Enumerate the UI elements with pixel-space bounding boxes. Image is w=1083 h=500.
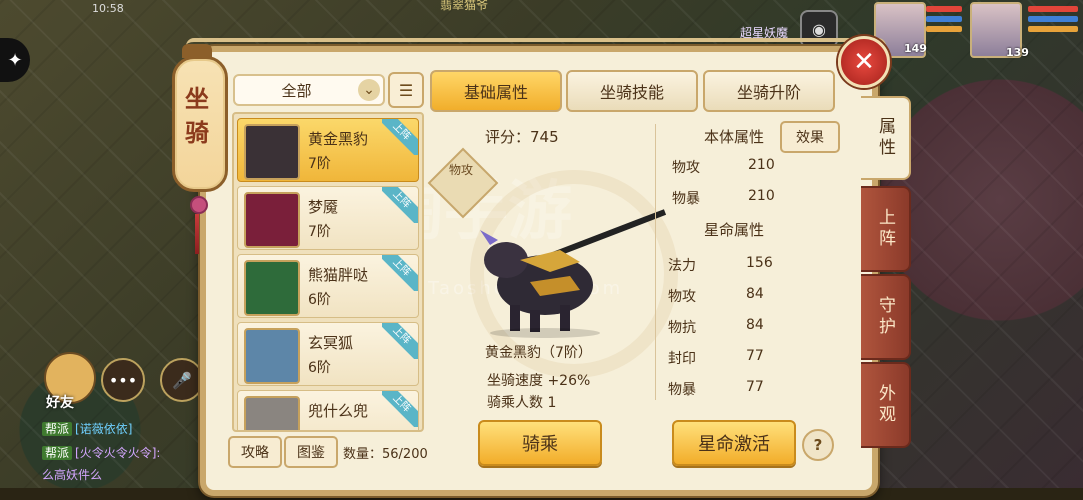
mount-level: 7阶 [308, 224, 331, 240]
guide-button[interactable]: 攻略 [228, 436, 282, 468]
mount-thumbnail [244, 260, 300, 316]
mount-thumbnail [244, 396, 300, 430]
mount-model [480, 209, 667, 338]
friend-label: 好友 [46, 395, 74, 411]
effect-button[interactable]: 效果 [780, 121, 840, 153]
attr-value: 77 [746, 379, 764, 395]
filter-value: 全部 [281, 81, 312, 100]
mount-display-name: 黄金黑豹（7阶） [485, 345, 592, 361]
deployed-tag: 上阵 [382, 391, 418, 427]
attr-label: 物抗 [668, 320, 696, 336]
mount-name: 玄冥狐 [308, 334, 354, 352]
mount-name: 熊猫胖哒 [308, 266, 369, 284]
mount-level: 7阶 [308, 156, 331, 172]
divider [655, 124, 656, 400]
side-tab-appearance[interactable]: 外观 [861, 362, 911, 448]
filter-select[interactable]: 全部 ⌄ [233, 74, 385, 106]
attr-value: 210 [748, 188, 775, 204]
list-item[interactable]: 梦魇 7阶 上阵 [237, 186, 419, 250]
anger-bar-2 [1028, 26, 1078, 32]
list-item[interactable]: 黄金黑豹 7阶 上阵 [237, 118, 419, 182]
deployed-tag: 上阵 [382, 323, 418, 359]
chat-user: [诺薇依依] [75, 422, 133, 436]
attr-label: 物攻 [672, 160, 700, 176]
top-caption: 翡翠猫爷 [440, 0, 489, 12]
anger-bar-1 [926, 26, 962, 32]
ride-button[interactable]: 骑乘 [478, 420, 602, 466]
mount-level: 6阶 [308, 360, 331, 376]
chat-line-2[interactable]: 帮派 [火令火令火令]: [42, 444, 160, 461]
mount-speed: 坐骑速度 +26% [487, 373, 591, 389]
mount-thumbnail [244, 328, 300, 384]
atlas-button[interactable]: 图鉴 [284, 436, 338, 468]
attr-label: 法力 [668, 258, 696, 274]
mount-count: 数量：56/200 [343, 447, 428, 462]
list-item[interactable]: 兜什么兜 上阵 [237, 390, 419, 430]
help-icon[interactable]: ? [802, 429, 834, 461]
hp-bar-2 [1028, 6, 1078, 12]
mount-name: 黄金黑豹 [308, 130, 369, 148]
hp-bar-1 [926, 6, 962, 12]
tassel-ornament [190, 196, 208, 276]
level-badge-1: 149 [904, 42, 927, 55]
attr-value: 77 [746, 348, 764, 364]
mount-thumbnail [244, 192, 300, 248]
tab-base-attributes[interactable]: 基础属性 [430, 70, 562, 112]
attr-label: 物暴 [672, 191, 700, 207]
mount-list[interactable]: 黄金黑豹 7阶 上阵 梦魇 7阶 上阵 熊猫胖哒 6阶 上阵 玄冥狐 6阶 上阵… [232, 112, 424, 432]
panel-title: 坐骑 [185, 85, 209, 147]
mount-level: 6阶 [308, 292, 331, 308]
type-badge-label: 物攻 [448, 163, 473, 177]
mp-bar-1 [926, 16, 962, 22]
attr-value: 210 [748, 157, 775, 173]
list-item[interactable]: 玄冥狐 6阶 上阵 [237, 322, 419, 386]
chat-tag-guild-2: 帮派 [42, 446, 73, 460]
chat-text-3: 么高妖件么 [42, 468, 103, 482]
chat-line-1[interactable]: 帮派 [诺薇依依] [42, 420, 132, 437]
chat-text: [火令火令火令]: [75, 446, 161, 460]
status-time: 10:58 [92, 2, 124, 15]
star-activate-button[interactable]: 星命激活 [672, 420, 796, 466]
mount-name: 兜什么兜 [308, 402, 369, 420]
attr-label: 物暴 [668, 382, 696, 398]
close-button[interactable]: ✕ [838, 36, 890, 88]
chat-tag-guild: 帮派 [42, 422, 73, 436]
deployed-tag: 上阵 [382, 119, 418, 155]
list-item[interactable]: 熊猫胖哒 6阶 上阵 [237, 254, 419, 318]
mount-riders: 骑乘人数 1 [487, 395, 557, 411]
deployed-tag: 上阵 [382, 187, 418, 223]
side-tab-deploy[interactable]: 上阵 [861, 186, 911, 272]
tab-mount-skills[interactable]: 坐骑技能 [566, 70, 698, 112]
chevron-down-icon[interactable]: ⌄ [358, 79, 380, 101]
attr-value: 84 [746, 286, 764, 302]
star-attr-title: 星命属性 [704, 221, 765, 239]
mount-thumbnail [244, 124, 300, 180]
attr-value: 84 [746, 317, 764, 333]
attr-label: 物攻 [668, 289, 696, 305]
side-tab-guard[interactable]: 守护 [861, 274, 911, 360]
tab-mount-upgrade[interactable]: 坐骑升阶 [703, 70, 835, 112]
attr-label: 封印 [668, 351, 696, 367]
microphone-icon[interactable]: 🎤 [160, 358, 204, 402]
attr-value: 156 [746, 255, 773, 271]
mount-name: 梦魇 [308, 198, 339, 216]
side-tab-attributes[interactable]: 属性 [861, 96, 911, 180]
list-icon[interactable]: ☰ [388, 72, 424, 108]
body-attr-title: 本体属性 [704, 128, 765, 146]
chat-line-3[interactable]: 么高妖件么 [42, 466, 102, 483]
chat-bubble-icon[interactable]: ••• [101, 358, 145, 402]
score: 评分：745 [485, 128, 559, 146]
mp-bar-2 [1028, 16, 1078, 22]
deployed-tag: 上阵 [382, 255, 418, 291]
level-badge-2: 139 [1006, 46, 1029, 59]
